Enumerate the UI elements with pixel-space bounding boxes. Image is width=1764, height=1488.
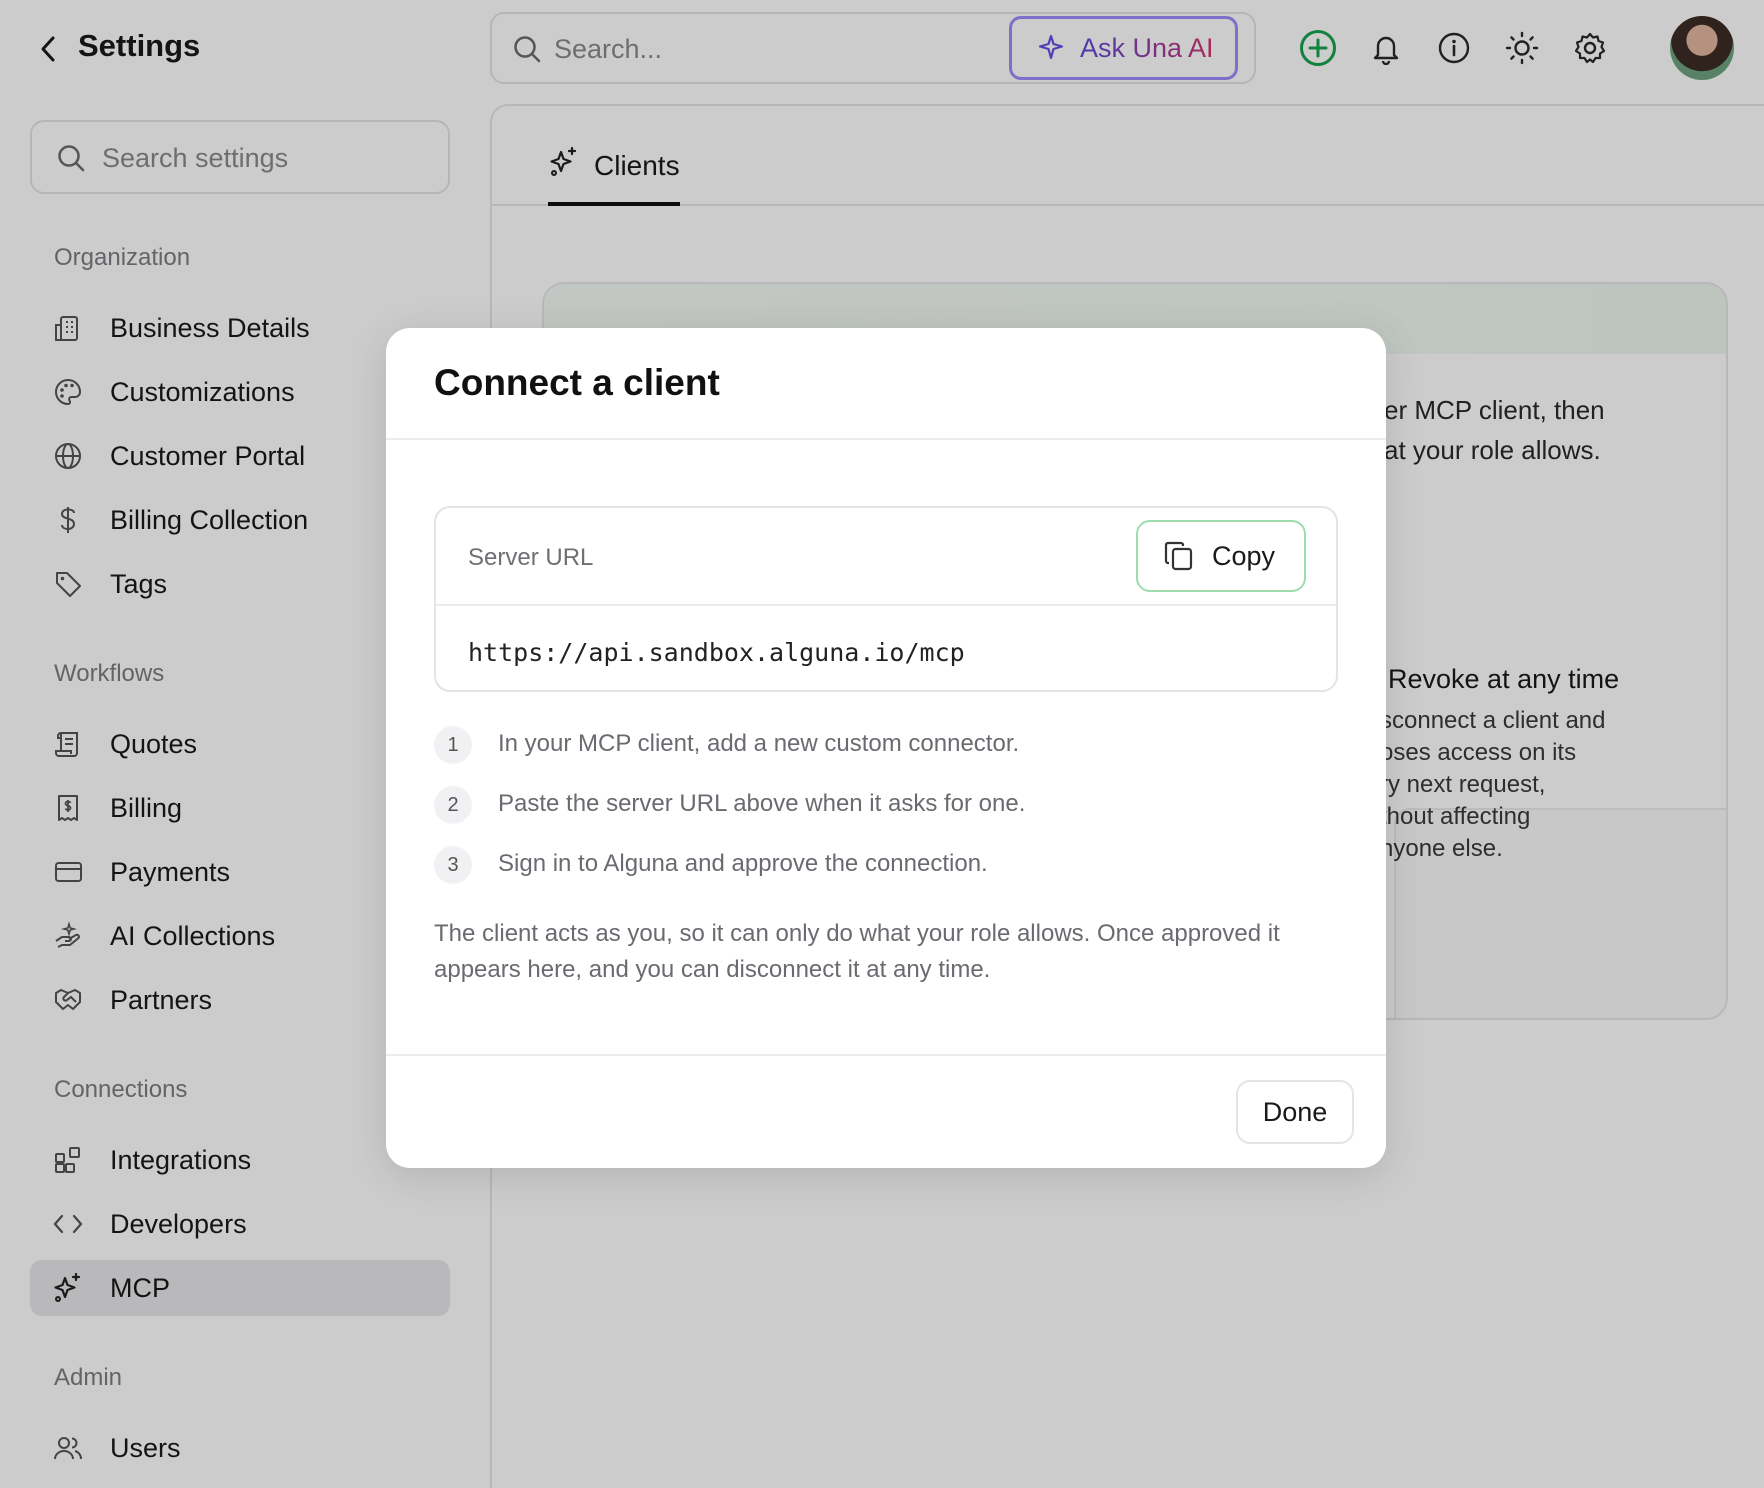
server-url-label: Server URL: [468, 544, 594, 571]
setup-step: 2 Paste the server URL above when it ask…: [434, 786, 1338, 826]
dialog-note: The client acts as you, so it can only d…: [434, 920, 1280, 983]
copy-button[interactable]: Copy: [1136, 520, 1306, 592]
step-text: Paste the server URL above when it asks …: [498, 790, 1026, 817]
connect-client-dialog: Connect a client Server URL Copy https:/…: [386, 328, 1386, 1168]
copy-icon: [1164, 541, 1193, 571]
dialog-footer: Done: [386, 1054, 1386, 1168]
copy-button-label: Copy: [1212, 540, 1276, 571]
step-text: In your MCP client, add a new custom con…: [498, 730, 1020, 757]
step-number: 3: [434, 846, 472, 884]
done-button[interactable]: Done: [1236, 1080, 1354, 1144]
server-url-box: Server URL Copy https://api.sandbox.algu…: [434, 506, 1338, 692]
step-number: 1: [434, 726, 472, 764]
dialog-title: Connect a client: [434, 362, 720, 403]
setup-step: 3 Sign in to Alguna and approve the conn…: [434, 846, 1338, 886]
server-url-header: Server URL Copy: [436, 508, 1336, 606]
step-text: Sign in to Alguna and approve the connec…: [498, 850, 988, 877]
server-url-value[interactable]: https://api.sandbox.alguna.io/mcp: [468, 638, 965, 667]
dialog-header: Connect a client: [386, 328, 1386, 440]
step-number: 2: [434, 786, 472, 824]
setup-step: 1 In your MCP client, add a new custom c…: [434, 726, 1338, 766]
